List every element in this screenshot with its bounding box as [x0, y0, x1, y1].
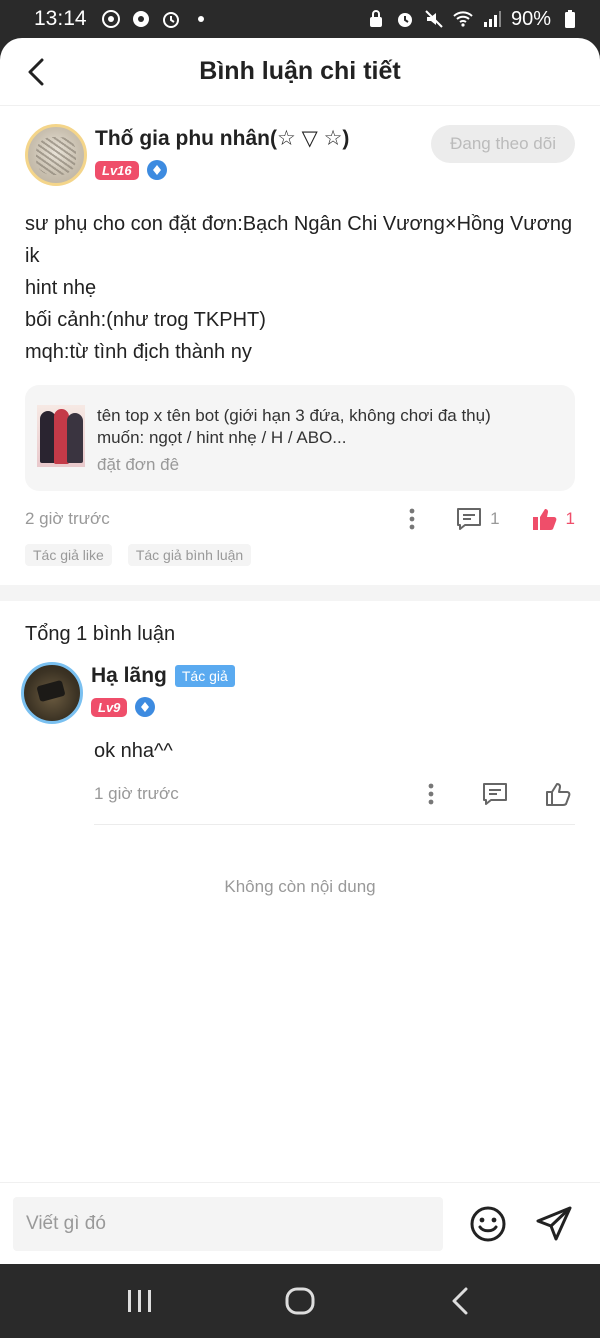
send-button[interactable] — [535, 1205, 573, 1243]
post-body-line: sư phụ cho con đặt đơn:Bạch Ngân Chi Vươ… — [25, 213, 573, 267]
post-body-line: hint nhẹ — [25, 277, 97, 299]
comment-input[interactable] — [13, 1196, 443, 1251]
home-button[interactable] — [280, 1281, 320, 1321]
author-tag: Tác giả — [174, 665, 235, 687]
recent-apps-icon — [128, 1290, 151, 1312]
avatar[interactable] — [21, 662, 83, 724]
comment-item: Hạ lãng Tác giả Lv9 ok nha^^ 1 giờ trước — [21, 662, 575, 825]
comment-icon — [457, 508, 482, 530]
battery-percent: 90% — [510, 7, 551, 30]
comment-user-name[interactable]: Hạ lãng — [91, 664, 167, 688]
end-of-content-label: Không còn nội dung — [224, 877, 376, 896]
signal-icon — [482, 9, 502, 29]
alarm-icon — [395, 9, 415, 29]
user-info: Thố gia phu nhân(☆ ▽ ☆) Lv16 — [95, 124, 349, 180]
page-title: Bình luận chi tiết — [199, 57, 401, 85]
quoted-post-line: muốn: ngọt / hint nhẹ / H / ABO... — [97, 428, 347, 447]
mute-icon — [424, 9, 444, 29]
lock-icon — [366, 9, 386, 29]
like-count: 1 — [565, 509, 575, 528]
comments-section: Tổng 1 bình luận Hạ lãng Tác giả Lv9 ok … — [0, 601, 600, 897]
thumbs-up-icon — [532, 509, 556, 530]
post-user-name[interactable]: Thố gia phu nhân(☆ ▽ ☆) — [95, 126, 349, 151]
dot-icon — [191, 9, 211, 29]
nav-back-icon — [452, 1287, 468, 1315]
comment-reply-button[interactable] — [479, 780, 511, 808]
level-badge: Lv16 — [95, 160, 139, 180]
send-icon — [536, 1206, 572, 1240]
chrome-icon — [101, 9, 121, 29]
app-screen: Bình luận chi tiết Thố gia phu nhân(☆ ▽ … — [0, 38, 600, 1264]
diamond-icon — [135, 697, 156, 717]
post-time: 2 giờ trước — [25, 509, 110, 528]
comment-time: 1 giờ trước — [94, 784, 179, 803]
alarm-icon — [161, 9, 181, 29]
level-badge: Lv9 — [91, 697, 128, 717]
user-info: Hạ lãng Tác giả Lv9 — [91, 662, 235, 717]
status-bar: 13:14 90% — [0, 0, 600, 38]
post-body-line: bối cảnh:(như trog TKPHT) — [25, 309, 266, 331]
header: Bình luận chi tiết — [0, 38, 600, 106]
battery-icon — [560, 9, 580, 29]
chrome-icon — [131, 9, 151, 29]
back-icon — [28, 58, 44, 86]
emoji-icon — [470, 1206, 506, 1241]
reply-count: 1 — [490, 509, 500, 528]
post-body-line: mqh:từ tình địch thành ny — [25, 341, 252, 363]
more-icon — [428, 783, 434, 805]
wifi-icon — [453, 9, 473, 29]
post: Thố gia phu nhân(☆ ▽ ☆) Lv16 Đang theo d… — [0, 106, 600, 566]
tag-author-liked: Tác giả like — [25, 544, 112, 566]
recent-apps-button[interactable] — [120, 1281, 160, 1321]
section-divider — [0, 585, 600, 601]
more-icon — [409, 508, 415, 530]
post-body: sư phụ cho con đặt đơn:Bạch Ngân Chi Vươ… — [25, 208, 575, 368]
comment-like-button[interactable] — [543, 780, 575, 808]
quoted-post-line: tên top x tên bot (giới hạn 3 đứa, không… — [97, 406, 491, 425]
comment-text: ok nha^^ — [94, 740, 173, 762]
status-time: 13:14 — [34, 7, 87, 30]
emoji-button[interactable] — [469, 1205, 507, 1243]
reply-button[interactable]: 1 — [456, 507, 500, 531]
comment-divider — [94, 824, 575, 825]
comment-icon — [483, 783, 507, 805]
avatar[interactable] — [25, 124, 87, 186]
follow-button[interactable]: Đang theo dõi — [431, 125, 575, 163]
home-icon — [285, 1287, 315, 1315]
comments-total: Tổng 1 bình luận — [25, 623, 176, 645]
nav-back-button[interactable] — [440, 1281, 480, 1321]
post-meta: 2 giờ trước 1 1 — [25, 505, 575, 533]
more-button[interactable] — [400, 505, 424, 533]
back-button[interactable] — [20, 54, 52, 90]
diamond-icon — [146, 160, 167, 180]
post-header: Thố gia phu nhân(☆ ▽ ☆) Lv16 Đang theo d… — [25, 124, 575, 190]
comment-input-bar — [0, 1182, 600, 1264]
quoted-post-card[interactable]: tên top x tên bot (giới hạn 3 đứa, không… — [25, 385, 575, 491]
quoted-post-subtitle: đặt đơn đê — [97, 455, 180, 474]
like-button[interactable]: 1 — [532, 507, 575, 531]
comment-more-button[interactable] — [415, 780, 447, 808]
quoted-post-thumbnail — [37, 405, 85, 467]
thumbs-up-icon — [546, 783, 571, 806]
comment-meta: 1 giờ trước — [94, 780, 575, 808]
tag-list: Tác giả like Tác giả bình luận — [25, 544, 575, 566]
tag-author-commented: Tác giả bình luận — [127, 544, 252, 566]
system-nav-bar — [0, 1264, 600, 1338]
